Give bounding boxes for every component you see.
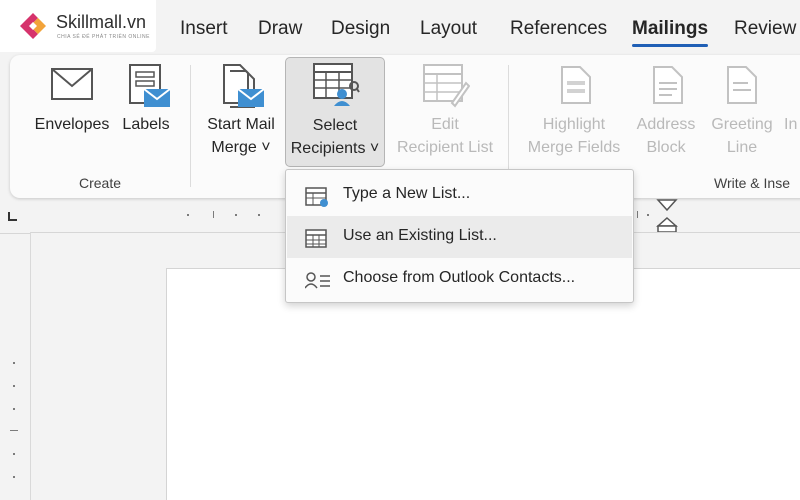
- menu-item-label: Type a New List...: [343, 185, 471, 202]
- select-recipients-button[interactable]: Select Recipients ˅: [285, 57, 385, 167]
- select-recipients-icon: [313, 63, 360, 106]
- tab-references[interactable]: References: [510, 18, 607, 40]
- group-label-write-insert: Write & Inse: [714, 175, 790, 191]
- envelopes-button[interactable]: Envelopes: [26, 61, 118, 171]
- menu-item-label: Use an Existing List...: [343, 227, 497, 244]
- envelopes-label: Envelopes: [34, 116, 110, 133]
- greeting-line-button[interactable]: Greeting Line: [704, 61, 780, 171]
- highlight-merge-fields-button[interactable]: Highlight Merge Fields: [520, 61, 628, 171]
- tab-layout[interactable]: Layout: [420, 18, 477, 40]
- group-divider: [190, 65, 191, 187]
- skillmall-logo-icon: [20, 13, 46, 39]
- menu-item-type-new-list[interactable]: Type a New List...: [287, 174, 632, 216]
- contacts-icon: [305, 272, 330, 289]
- edit-list-icon: [423, 64, 470, 108]
- envelope-icon: [51, 68, 93, 100]
- highlight-fields-icon: [561, 66, 591, 104]
- labels-icon: [129, 64, 171, 107]
- menu-item-choose-outlook-contacts[interactable]: Choose from Outlook Contacts...: [287, 258, 632, 300]
- menu-item-use-existing-list[interactable]: Use an Existing List...: [287, 216, 632, 258]
- edit-recipient-list-button[interactable]: Edit Recipient List: [390, 61, 500, 171]
- tab-selector[interactable]: [8, 212, 17, 221]
- edit-recipient-list-label-line2: Recipient List: [396, 139, 494, 156]
- start-mail-merge-button[interactable]: Start Mail Merge ˅: [200, 61, 282, 171]
- address-block-button[interactable]: Address Block: [630, 61, 702, 171]
- insert-merge-field-label-partial: In: [784, 116, 798, 133]
- tab-mailings[interactable]: Mailings: [632, 18, 709, 47]
- new-list-icon: [305, 187, 328, 207]
- vertical-ruler-border: [30, 232, 31, 500]
- indent-marker-icon[interactable]: [656, 198, 678, 234]
- greeting-line-label-line1: Greeting: [711, 116, 773, 133]
- labels-button[interactable]: Labels: [118, 61, 174, 171]
- logo-name: Skillmall.vn: [56, 12, 147, 32]
- logo-tagline: CHIA SẺ ĐỂ PHÁT TRIỂN ONLINE: [57, 34, 151, 40]
- highlight-merge-fields-label-line2: Merge Fields: [527, 139, 621, 156]
- menu-item-label: Choose from Outlook Contacts...: [343, 269, 576, 286]
- address-block-label-line1: Address: [636, 116, 696, 133]
- existing-list-icon: [305, 229, 327, 248]
- tab-design[interactable]: Design: [331, 18, 390, 40]
- labels-label: Labels: [122, 116, 170, 133]
- edit-recipient-list-label-line1: Edit: [431, 116, 459, 133]
- group-label-create: Create: [79, 175, 122, 191]
- greeting-line-icon: [727, 66, 757, 104]
- highlight-merge-fields-label-line1: Highlight: [542, 116, 606, 133]
- select-recipients-label-line2: Recipients ˅: [290, 140, 380, 157]
- greeting-line-label-line2: Line: [726, 139, 758, 156]
- start-mail-merge-label-line1: Start Mail: [207, 116, 275, 133]
- start-mail-merge-label-line2: Merge ˅: [211, 139, 271, 156]
- ruler-border: [0, 233, 30, 234]
- address-block-icon: [653, 66, 683, 104]
- address-block-label-line2: Block: [646, 139, 686, 156]
- skillmall-logo: Skillmall.vn CHIA SẺ ĐỂ PHÁT TRIỂN ONLIN…: [0, 0, 156, 52]
- mail-merge-document-icon: [223, 64, 265, 108]
- select-recipients-label-line1: Select: [312, 117, 358, 134]
- tab-insert[interactable]: Insert: [180, 18, 228, 40]
- tab-review[interactable]: Review: [734, 18, 796, 40]
- select-recipients-menu: Type a New List... Use an Existing List.…: [285, 169, 634, 303]
- tab-draw[interactable]: Draw: [258, 18, 302, 40]
